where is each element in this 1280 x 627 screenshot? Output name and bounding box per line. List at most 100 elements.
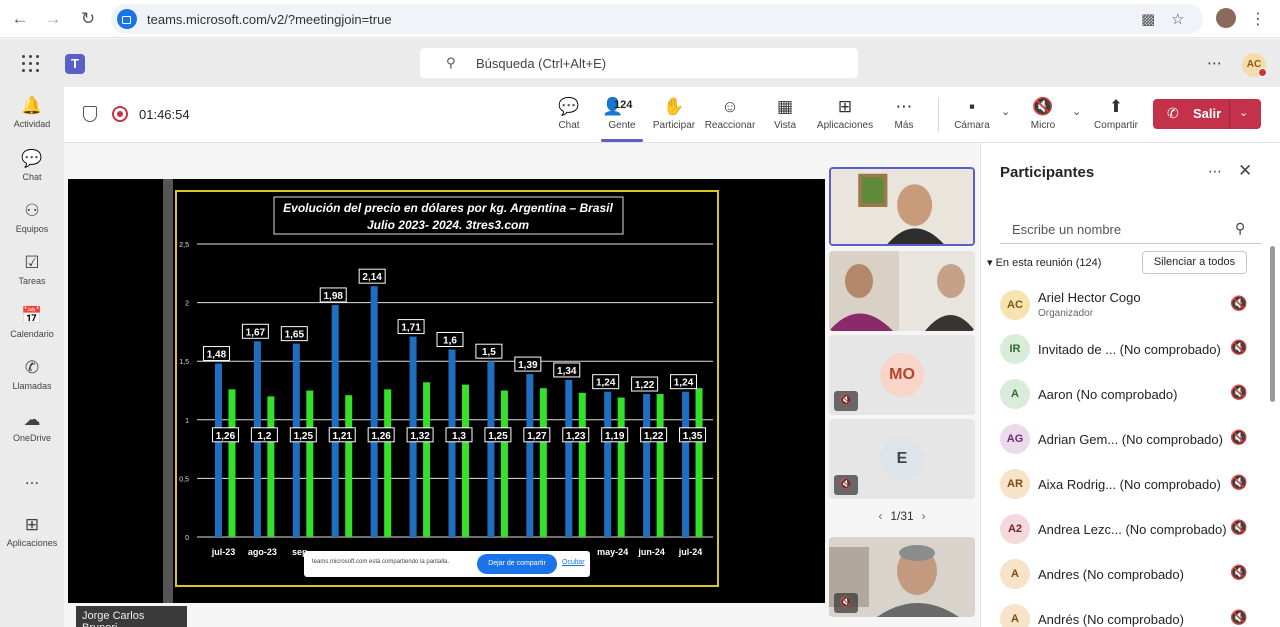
search-icon: ⚲	[446, 55, 456, 70]
y-tick-label: 0,5	[179, 476, 189, 483]
muted-mic-icon[interactable]: 🔇	[1230, 519, 1247, 536]
leave-options-chevron-icon[interactable]: ⌄	[1239, 106, 1248, 119]
participant-avatar: AR	[1000, 469, 1030, 499]
tile-pager: ‹ 1/31 ›	[829, 509, 975, 529]
next-page-icon[interactable]: ›	[922, 509, 926, 523]
install-app-icon[interactable]: ▩	[1141, 10, 1155, 28]
toolbar-aplicaciones-button[interactable]: ⊞ Aplicaciones	[815, 96, 875, 131]
muted-mic-icon[interactable]: 🔇	[1230, 429, 1247, 446]
add-app-icon: ⊞	[837, 97, 853, 116]
reload-icon[interactable]: ↻	[78, 9, 98, 29]
toolbar-label: Gente	[608, 120, 636, 131]
muted-mic-icon[interactable]: 🔇	[1230, 564, 1247, 581]
hide-sharing-bar-link[interactable]: Ocultar	[562, 559, 585, 566]
toolbar-camara-button[interactable]: ▪ Cámara	[942, 96, 1002, 131]
participant-row[interactable]: AR Aixa Rodrig... (No comprobado) 🔇	[1000, 465, 1262, 505]
toolbar-divider	[938, 98, 939, 132]
presenter-name-tag: Jorge Carlos Brunori	[76, 606, 187, 627]
toolbar-mas-button[interactable]: ⋯ Más	[874, 96, 934, 131]
x-tick-label: jun-24	[637, 547, 665, 557]
leave-button[interactable]: ✆ Salir ⌄	[1153, 99, 1261, 129]
bookmark-star-icon[interactable]: ☆	[1171, 10, 1184, 28]
x-tick-label: jul-23	[211, 547, 236, 557]
participant-row[interactable]: A Andres (No comprobado) 🔇	[1000, 555, 1262, 595]
stop-sharing-button[interactable]: Dejar de compartir	[477, 554, 557, 574]
muted-mic-icon[interactable]: 🔇	[1230, 384, 1247, 401]
rail-item-[interactable]: ...	[0, 468, 64, 490]
rail-item-tareas[interactable]: ☑ Tareas	[0, 252, 64, 286]
people-icon: 👤	[602, 97, 624, 116]
muted-mic-icon[interactable]: 🔇	[1230, 609, 1247, 626]
app-launcher-icon[interactable]	[22, 55, 40, 73]
toolbar-participar-button[interactable]: ✋ Participar	[644, 96, 704, 131]
bar-series2	[578, 392, 586, 537]
rail-item-onedrive[interactable]: ☁ OneDrive	[0, 409, 64, 443]
participant-row[interactable]: A2 Andrea Lezc... (No comprobado) 🔇	[1000, 510, 1262, 550]
mute-all-button[interactable]: Silenciar a todos	[1142, 251, 1247, 274]
chart-title: Evolución del precio en dólares por kg. …	[283, 201, 613, 215]
participant-row[interactable]: A Aaron (No comprobado) 🔇	[1000, 375, 1262, 415]
rail-item-aplicaciones[interactable]: ⊞ Aplicaciones	[0, 514, 64, 548]
participant-initials-avatar: MO	[880, 353, 924, 397]
panel-title: Participantes	[1000, 164, 1095, 181]
forward-arrow-icon[interactable]: →	[43, 9, 63, 29]
rail-item-equipos[interactable]: ⚇ Equipos	[0, 200, 64, 234]
participant-row[interactable]: IR Invitado de ... (No comprobado) 🔇	[1000, 330, 1262, 370]
participant-search-input[interactable]: Escribe un nombre ⚲	[1000, 214, 1262, 244]
toolbar-gente-button[interactable]: 👤 124 Gente	[592, 96, 652, 131]
participant-row[interactable]: AC Ariel Hector Cogo Organizador 🔇	[1000, 286, 1262, 326]
video-tile-1[interactable]	[829, 167, 975, 246]
video-tile-5[interactable]: 🔇	[829, 537, 975, 617]
close-icon[interactable]: ✕	[1238, 161, 1252, 181]
toolbar-reaccionar-button[interactable]: ☺ Reaccionar	[700, 96, 760, 131]
data-label-series2: 1,19	[605, 431, 625, 442]
toolbar-micro-button[interactable]: 🔇 Micro	[1013, 96, 1073, 131]
bar-series2	[695, 388, 703, 537]
settings-more-icon[interactable]: ⋯	[1207, 54, 1222, 72]
bar-series1	[604, 391, 612, 537]
grid-icon: ▦	[776, 97, 794, 116]
data-label-series2: 1,32	[410, 431, 430, 442]
search-input[interactable]: ⚲ Búsqueda (Ctrl+Alt+E)	[420, 48, 858, 78]
shield-icon[interactable]	[83, 106, 97, 122]
data-label-series2: 1,3	[452, 431, 466, 442]
participant-name: Andrea Lezc... (No comprobado)	[1038, 522, 1227, 537]
address-bar[interactable]: teams.microsoft.com/v2/?meetingjoin=true…	[111, 4, 1203, 34]
mic-options-chevron-icon[interactable]: ⌄	[1072, 105, 1081, 118]
participant-row[interactable]: AG Adrian Gem... (No comprobado) 🔇	[1000, 420, 1262, 460]
participant-row[interactable]: A Andrés (No comprobado) 🔇	[1000, 600, 1262, 627]
toolbar-vista-button[interactable]: ▦ Vista	[755, 96, 815, 131]
panel-scrollbar[interactable]	[1270, 246, 1275, 402]
video-tile-3[interactable]: MO 🔇	[829, 335, 975, 415]
previous-page-icon[interactable]: ‹	[878, 509, 882, 523]
more-icon: ⋯	[895, 97, 913, 116]
toolbar-compartir-button[interactable]: ⬆ Compartir	[1086, 96, 1146, 131]
panel-more-icon[interactable]: ⋯	[1208, 163, 1222, 180]
muted-mic-icon[interactable]: 🔇	[1230, 295, 1247, 312]
rail-item-chat[interactable]: 💬 Chat	[0, 148, 64, 182]
rail-item-calendario[interactable]: 📅 Calendario	[0, 305, 64, 339]
chart-subtitle: Julio 2023- 2024. 3tres3.com	[367, 218, 529, 232]
back-arrow-icon[interactable]: ←	[10, 9, 30, 29]
muted-mic-icon[interactable]: 🔇	[1230, 339, 1247, 356]
data-label-series1: 1,5	[482, 347, 496, 358]
x-tick-label: may-24	[597, 547, 628, 557]
data-label-series1: 1,22	[635, 380, 655, 391]
bar-series1	[214, 363, 222, 537]
bar-series2	[384, 389, 392, 537]
rail-item-label: Tareas	[18, 276, 46, 286]
rail-item-llamadas[interactable]: ✆ Llamadas	[0, 357, 64, 391]
calendar-icon: 📅	[21, 306, 43, 325]
browser-profile-avatar[interactable]	[1216, 8, 1236, 28]
video-tile-2[interactable]	[829, 251, 975, 331]
muted-mic-icon[interactable]: 🔇	[1230, 474, 1247, 491]
rail-item-label: Chat	[22, 172, 42, 182]
video-tile-4[interactable]: E 🔇	[829, 419, 975, 499]
toolbar-label: Participar	[652, 120, 696, 131]
shared-window-edge	[163, 179, 173, 603]
in-meeting-section-toggle[interactable]: ▾ En esta reunión (124)	[987, 256, 1101, 269]
teams-logo-icon: T	[65, 54, 85, 74]
browser-menu-icon[interactable]: ⋮	[1250, 9, 1266, 29]
rail-item-actividad[interactable]: 🔔 Actividad	[0, 95, 64, 129]
camera-options-chevron-icon[interactable]: ⌄	[1001, 105, 1010, 118]
